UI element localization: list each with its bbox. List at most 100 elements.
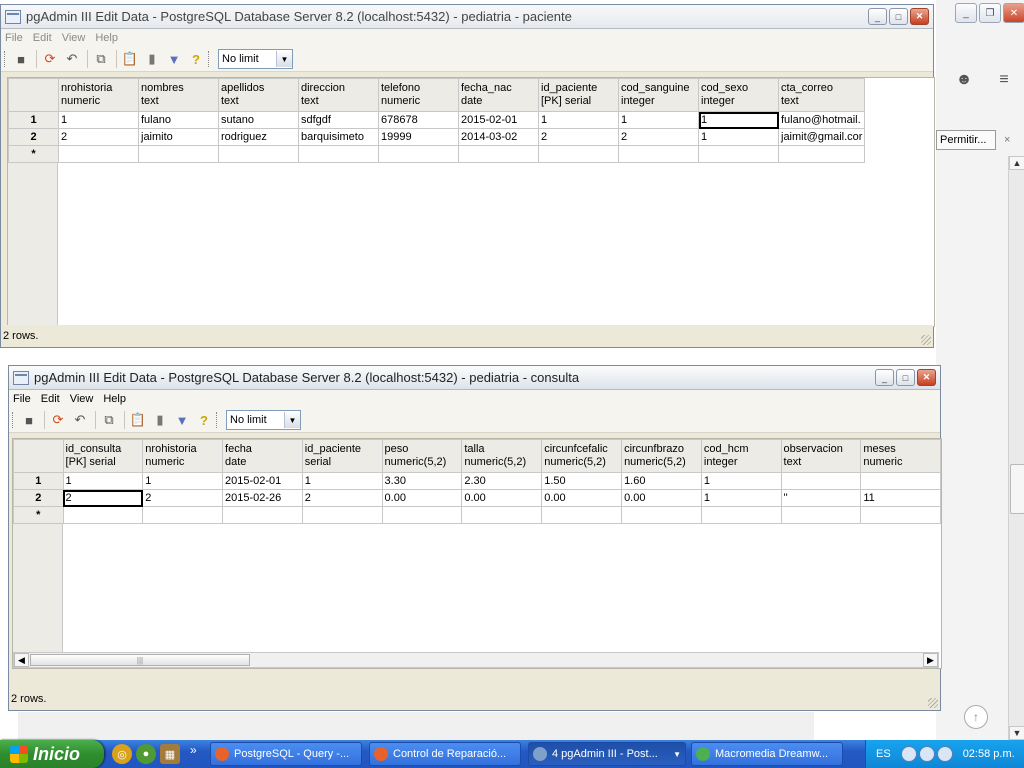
- column-header[interactable]: peso numeric(5,2): [381, 439, 463, 473]
- column-header[interactable]: cod_hcm integer: [700, 439, 782, 473]
- table-cell[interactable]: [777, 145, 866, 163]
- new-row[interactable]: *: [8, 145, 866, 163]
- horizontal-scrollbar[interactable]: ◀ ||| ▶: [13, 652, 939, 668]
- task-postgresql-query[interactable]: PostgreSQL - Query -...: [210, 742, 362, 766]
- menu-edit[interactable]: Edit: [33, 32, 52, 44]
- table-cell[interactable]: [780, 506, 862, 524]
- paste-icon[interactable]: 📋: [128, 410, 148, 430]
- table-cell[interactable]: 2.30: [461, 472, 543, 490]
- table-cell[interactable]: [301, 506, 383, 524]
- paste-icon[interactable]: 📋: [120, 49, 140, 69]
- table-cell[interactable]: rodriguez: [218, 128, 299, 146]
- chrome-icon[interactable]: ◎: [112, 744, 132, 764]
- corner-cell[interactable]: [8, 78, 59, 112]
- menu-file[interactable]: File: [5, 32, 23, 44]
- table-cell[interactable]: 2014-03-02: [458, 128, 539, 146]
- task-pgadmin-group[interactable]: 4 pgAdmin III - Post... ▼: [528, 742, 686, 766]
- table-cell[interactable]: 1: [58, 111, 139, 129]
- refresh-icon[interactable]: ⟳: [40, 49, 60, 69]
- scroll-thumb[interactable]: |||: [30, 654, 250, 666]
- table-row[interactable]: 1 1 1 2015-02-01 1 3.30 2.30 1.50 1.60 1: [13, 472, 941, 490]
- table-cell[interactable]: [218, 145, 299, 163]
- table-cell[interactable]: 1: [618, 111, 699, 129]
- column-header[interactable]: nrohistoria numeric: [58, 78, 139, 112]
- save-icon[interactable]: ■: [11, 49, 31, 69]
- table-row[interactable]: 2 2 jaimito rodriguez barquisimeto 19999…: [8, 128, 866, 146]
- background-scrollbar[interactable]: ▲ ▼: [1008, 156, 1024, 740]
- table-row[interactable]: 1 1 fulano sutano sdfgdf 678678 2015-02-…: [8, 111, 866, 129]
- table-cell[interactable]: jaimit@gmail.cor: [777, 128, 866, 146]
- data-grid[interactable]: id_consulta [PK] serial nrohistoria numeri…: [12, 438, 942, 669]
- table-cell[interactable]: [621, 506, 702, 524]
- task-dreamweaver[interactable]: Macromedia Dreamw...: [691, 742, 843, 766]
- row-limit-select[interactable]: No limit ▼: [218, 49, 293, 69]
- table-cell[interactable]: 2: [618, 128, 699, 146]
- menu-edit[interactable]: Edit: [41, 393, 60, 405]
- table-cell[interactable]: [378, 145, 459, 163]
- table-cell[interactable]: 2: [142, 489, 224, 507]
- undo-icon[interactable]: ↶: [70, 410, 90, 430]
- table-cell[interactable]: 11: [860, 489, 941, 507]
- title-bar[interactable]: pgAdmin III Edit Data - PostgreSQL Datab…: [1, 5, 933, 29]
- copy-icon[interactable]: ⧉: [91, 49, 111, 69]
- menu-view[interactable]: View: [62, 32, 86, 44]
- table-cell[interactable]: 1: [301, 472, 383, 490]
- restore-icon[interactable]: ❐: [979, 3, 1001, 23]
- table-cell[interactable]: [700, 506, 782, 524]
- chevron-down-icon[interactable]: ▼: [673, 750, 681, 759]
- column-header[interactable]: meses numeric: [860, 439, 941, 473]
- table-cell[interactable]: [142, 506, 224, 524]
- close-icon[interactable]: ✕: [910, 8, 929, 25]
- table-cell[interactable]: [381, 506, 463, 524]
- table-cell[interactable]: [138, 145, 219, 163]
- table-cell[interactable]: 0.00: [541, 489, 623, 507]
- table-cell[interactable]: 678678: [378, 111, 459, 129]
- title-bar[interactable]: pgAdmin III Edit Data - PostgreSQL Datab…: [9, 366, 940, 390]
- table-cell[interactable]: [538, 145, 619, 163]
- table-cell[interactable]: [698, 145, 779, 163]
- language-indicator[interactable]: ES: [876, 748, 891, 760]
- table-cell[interactable]: 0.00: [621, 489, 702, 507]
- minimize-icon[interactable]: _: [875, 369, 894, 386]
- table-cell[interactable]: [298, 145, 379, 163]
- chevron-down-icon[interactable]: ▼: [276, 51, 292, 67]
- column-header[interactable]: circunfcefalic numeric(5,2): [541, 439, 623, 473]
- close-notification-icon[interactable]: ×: [1004, 134, 1010, 146]
- chevron-down-icon[interactable]: ▼: [284, 412, 300, 428]
- table-cell[interactable]: [541, 506, 623, 524]
- column-header[interactable]: cod_sexo integer: [698, 78, 779, 112]
- table-cell[interactable]: fulano: [138, 111, 219, 129]
- column-header[interactable]: talla numeric(5,2): [461, 439, 543, 473]
- table-cell[interactable]: 1.60: [621, 472, 702, 490]
- scroll-up-icon[interactable]: ▲: [1009, 156, 1024, 170]
- table-cell[interactable]: jaimito: [138, 128, 219, 146]
- minimize-icon[interactable]: _: [868, 8, 887, 25]
- row-limit-select[interactable]: No limit ▼: [226, 410, 301, 430]
- column-header[interactable]: telefono numeric: [378, 78, 459, 112]
- table-cell[interactable]: 1: [700, 489, 782, 507]
- menu-help[interactable]: Help: [103, 393, 126, 405]
- help-icon[interactable]: ?: [186, 49, 206, 69]
- column-header[interactable]: id_paciente serial: [301, 439, 383, 473]
- column-header[interactable]: nombres text: [138, 78, 219, 112]
- table-row[interactable]: 2 2 2 2015-02-26 2 0.00 0.00 0.00 0.00 1…: [13, 489, 941, 507]
- hamburger-menu-icon[interactable]: ≡: [990, 66, 1018, 94]
- table-cell[interactable]: 1: [142, 472, 224, 490]
- media-player-icon[interactable]: ▦: [160, 744, 180, 764]
- table-cell[interactable]: fulano@hotmail.: [777, 111, 866, 129]
- menu-help[interactable]: Help: [95, 32, 118, 44]
- table-cell[interactable]: 2: [58, 128, 139, 146]
- new-row-marker[interactable]: *: [13, 506, 64, 524]
- table-cell[interactable]: 3.30: [381, 472, 463, 490]
- dreamweaver-icon[interactable]: ●: [136, 744, 156, 764]
- new-row-marker[interactable]: *: [8, 145, 59, 163]
- maximize-icon[interactable]: □: [889, 8, 908, 25]
- table-cell[interactable]: sutano: [218, 111, 299, 129]
- table-cell[interactable]: [461, 506, 543, 524]
- volume-icon[interactable]: [936, 746, 953, 762]
- column-header[interactable]: id_paciente [PK] serial: [538, 78, 619, 112]
- table-cell[interactable]: 1.50: [541, 472, 623, 490]
- undo-icon[interactable]: ↶: [62, 49, 82, 69]
- table-cell[interactable]: 1: [698, 128, 779, 146]
- table-cell[interactable]: barquisimeto: [298, 128, 379, 146]
